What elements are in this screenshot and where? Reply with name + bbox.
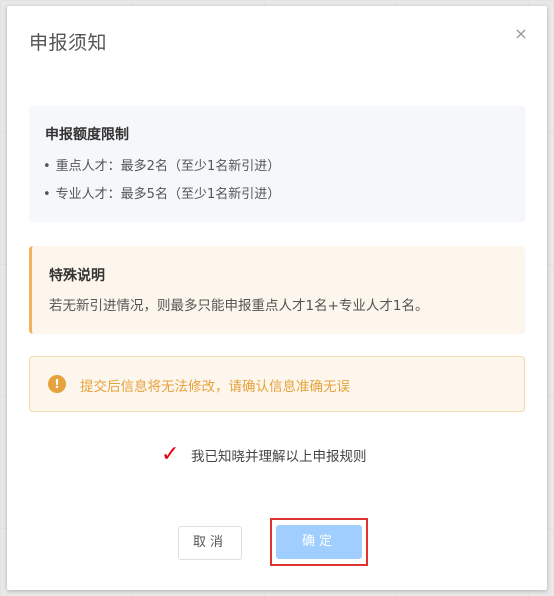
special-note-text: 若无新引进情况，则最多只能申报重点人才1名+专业人才1名。 <box>49 298 429 314</box>
warning-alert: ! 提交后信息将无法修改，请确认信息准确无误 <box>29 356 525 412</box>
quota-item: • 重点人才：最多2名（至少1名新引进） <box>43 155 280 174</box>
cancel-button[interactable]: 取消 <box>178 526 242 560</box>
quota-item-text: 重点人才：最多2名（至少1名新引进） <box>55 159 281 174</box>
agreement-label: 我已知晓并理解以上申报规则 <box>191 449 367 465</box>
agreement-checkbox[interactable]: ✓ 我已知晓并理解以上申报规则 <box>161 444 367 466</box>
checkmark-icon[interactable]: ✓ <box>161 444 179 466</box>
warning-text: 提交后信息将无法修改，请确认信息准确无误 <box>80 379 350 395</box>
quota-item-text: 专业人才：最多5名（至少1名新引进） <box>55 187 281 202</box>
warning-icon: ! <box>48 375 66 393</box>
close-icon[interactable]: × <box>513 26 529 42</box>
special-note-title: 特殊说明 <box>49 268 105 284</box>
bullet-icon: • <box>43 159 51 174</box>
dialog-title: 申报须知 <box>29 32 108 54</box>
quota-title: 申报额度限制 <box>45 127 129 143</box>
confirm-button[interactable]: 确定 <box>276 525 362 559</box>
bullet-icon: • <box>43 187 51 202</box>
special-note-section: 特殊说明 若无新引进情况，则最多只能申报重点人才1名+专业人才1名。 <box>29 246 525 334</box>
notice-dialog: 申报须知 × 申报额度限制 • 重点人才：最多2名（至少1名新引进） • 专业人才：… <box>7 6 547 590</box>
quota-section: 申报额度限制 • 重点人才：最多2名（至少1名新引进） • 专业人才：最多5名（至少… <box>29 106 525 222</box>
quota-item: • 专业人才：最多5名（至少1名新引进） <box>43 183 280 202</box>
